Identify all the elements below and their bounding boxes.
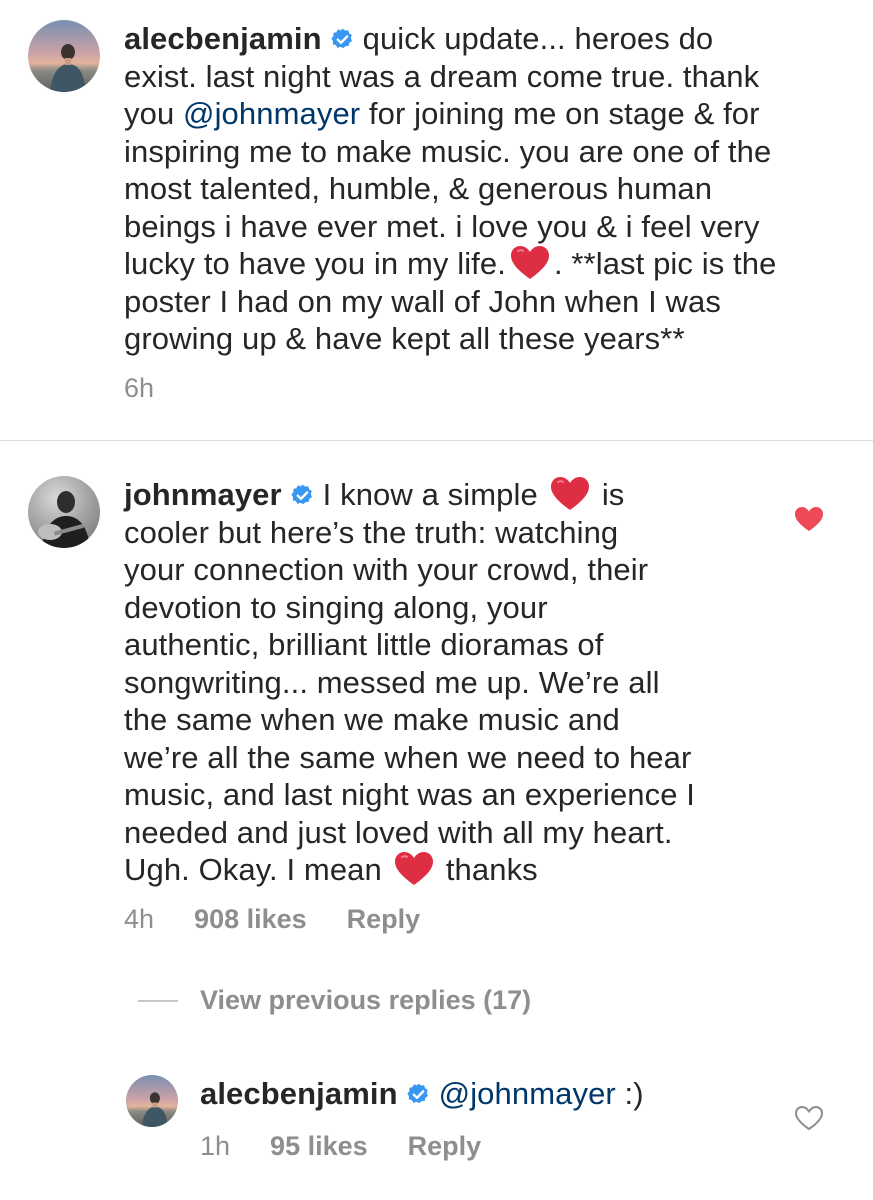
- avatar-image: [28, 20, 100, 92]
- username[interactable]: johnmayer: [124, 477, 282, 512]
- view-previous-replies-label: View previous replies (17): [200, 985, 532, 1015]
- comment-text-line: poster I had on my wall of John when I w…: [124, 283, 721, 319]
- verified-badge-icon: [290, 483, 315, 508]
- comment-meta: 6h: [124, 373, 154, 404]
- avatar-johnmayer[interactable]: [28, 476, 100, 548]
- verified-badge-icon: [330, 27, 355, 52]
- like-button[interactable]: [794, 1105, 824, 1131]
- verified-badge-icon: [406, 1082, 431, 1107]
- heart-outline-icon: [794, 1105, 824, 1131]
- reply-button[interactable]: Reply: [408, 1131, 482, 1162]
- username[interactable]: alecbenjamin: [200, 1076, 398, 1111]
- comment-text-line: inspiring me to make music. you are one …: [124, 133, 772, 169]
- comment-meta: 4h 908 likes Reply: [124, 904, 420, 935]
- view-previous-replies-button[interactable]: View previous replies (17): [138, 985, 531, 1016]
- mention-link[interactable]: @johnmayer: [439, 1076, 616, 1111]
- comment-text-line: we’re all the same when we need to hear: [124, 739, 692, 775]
- comment-text-line: thanks: [445, 852, 538, 887]
- comment-text-line: authentic, brilliant little dioramas of: [124, 627, 604, 662]
- divider: [0, 440, 873, 441]
- avatar-alecbenjamin[interactable]: [28, 20, 100, 92]
- reply-button[interactable]: Reply: [347, 904, 421, 935]
- divider-line: [138, 999, 178, 1002]
- comment-text-line: your connection with your crowd, their: [124, 552, 649, 587]
- likes-count[interactable]: 908 likes: [194, 904, 307, 935]
- red-heart-emoji: [550, 476, 590, 512]
- reply-text: alecbenjamin @johnmayer :): [200, 1075, 760, 1113]
- comment-text-line: the same when we make music and: [124, 702, 620, 737]
- comment-text-line: quick update... heroes do: [362, 21, 714, 56]
- avatar-image: [28, 476, 100, 548]
- comment-text-line: for joining me on stage & for: [360, 96, 760, 131]
- likes-count[interactable]: 95 likes: [270, 1131, 368, 1162]
- username[interactable]: alecbenjamin: [124, 21, 322, 56]
- comment-text-line: growing up & have kept all these years**: [124, 321, 685, 356]
- comment-text-line: devotion to singing along, your: [124, 589, 548, 625]
- comment-text-line: I know a simple: [322, 477, 538, 512]
- avatar-alecbenjamin[interactable]: [126, 1075, 178, 1127]
- comment-time[interactable]: 4h: [124, 904, 154, 935]
- reply-text-content: :): [615, 1076, 644, 1111]
- comment-text-line: . **last pic is the: [553, 246, 777, 281]
- comment-text: alecbenjamin quick update... heroes do ex…: [124, 20, 854, 358]
- like-button[interactable]: [794, 506, 824, 532]
- comment-time[interactable]: 6h: [124, 373, 154, 404]
- reply-meta: 1h 95 likes Reply: [200, 1131, 481, 1162]
- comment-text-line: songwriting... messed me up. We’re all: [124, 664, 660, 700]
- heart-filled-icon: [795, 507, 823, 531]
- mention-link[interactable]: @johnmayer: [183, 96, 360, 131]
- comment-text-line: lucky to have you in my life.: [124, 246, 506, 281]
- comment-text-line: Ugh. Okay. I mean: [124, 852, 382, 887]
- red-heart-emoji: [510, 245, 550, 281]
- comment-text: johnmayer I know a simple is cooler but he…: [124, 476, 724, 889]
- comment-text-line: you: [124, 96, 183, 131]
- comment-text-line: beings i have ever met. i love you & i f…: [124, 208, 760, 244]
- avatar-image: [126, 1075, 178, 1127]
- comment-text-line: exist. last night was a dream come true.…: [124, 58, 760, 94]
- comment-text-line: is: [601, 477, 625, 512]
- comment-text-line: cooler but here’s the truth: watching: [124, 514, 619, 550]
- comment-text-line: needed and just loved with all my heart.: [124, 814, 673, 850]
- comment-text-line: music, and last night was an experience …: [124, 777, 696, 812]
- comment-text-line: most talented, humble, & generous human: [124, 171, 713, 206]
- reply-time[interactable]: 1h: [200, 1131, 230, 1162]
- red-heart-emoji: [394, 851, 434, 887]
